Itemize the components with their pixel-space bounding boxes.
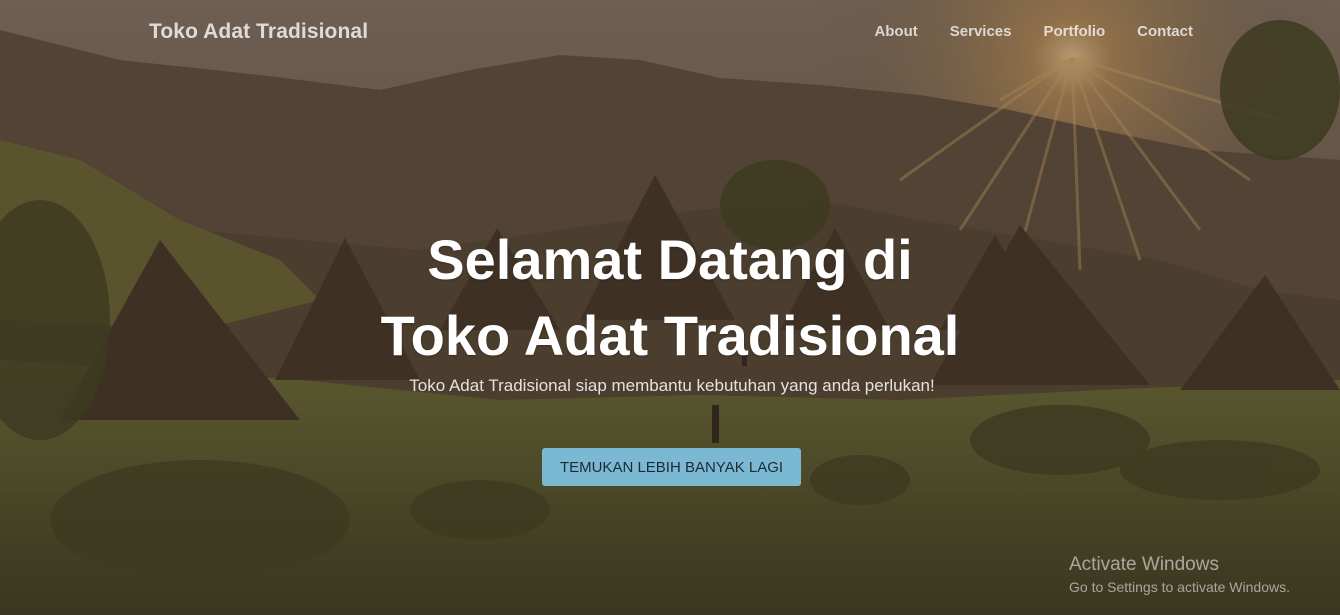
nav-link-portfolio[interactable]: Portfolio [1044, 23, 1106, 40]
watermark-subtitle: Go to Settings to activate Windows. [1069, 579, 1290, 595]
windows-activation-watermark: Activate Windows Go to Settings to activ… [1069, 553, 1290, 597]
hero-headline: Selamat Datang di Toko Adat Tradisional [0, 222, 1340, 374]
nav-link-about[interactable]: About [874, 23, 917, 40]
nav-link-services[interactable]: Services [950, 23, 1012, 40]
brand-logo-link[interactable]: Toko Adat Tradisional [149, 20, 368, 44]
hero-subtitle: Toko Adat Tradisional siap membantu kebu… [409, 376, 935, 395]
watermark-title: Activate Windows [1069, 554, 1219, 575]
nav-links: About Services Portfolio Contact [842, 23, 1193, 40]
nav-link-contact[interactable]: Contact [1137, 23, 1193, 40]
find-out-more-button[interactable]: TEMUKAN LEBIH BANYAK LAGI [542, 448, 801, 486]
hero-headline-line1: Selamat Datang di [427, 228, 913, 291]
navbar: Toko Adat Tradisional About Services Por… [0, 0, 1340, 66]
hero-headline-line2: Toko Adat Tradisional [380, 304, 960, 367]
